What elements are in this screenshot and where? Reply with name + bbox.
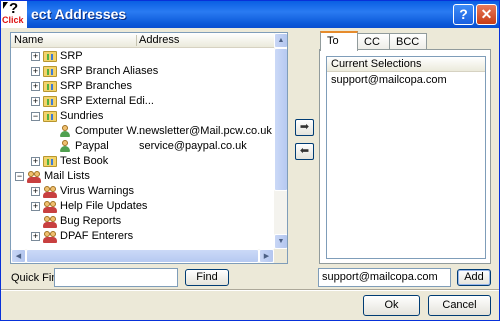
contact-address: newsletter@Mail.pcw.co.uk — [139, 125, 272, 137]
address-book-icon — [43, 51, 57, 62]
help-button[interactable]: ? — [453, 4, 474, 25]
scrollbar-corner — [274, 249, 287, 263]
scroll-down-icon[interactable]: ▼ — [274, 234, 287, 249]
scroll-thumb-horizontal[interactable] — [26, 249, 259, 263]
expand-icon[interactable]: + — [31, 232, 40, 241]
column-address[interactable]: Address — [139, 34, 179, 46]
current-selections-header: Current Selections — [327, 57, 485, 72]
collapse-icon[interactable]: − — [31, 112, 40, 121]
expand-icon[interactable]: + — [31, 187, 40, 196]
right-arrow-icon: ➡ — [299, 121, 310, 133]
window-title: ect Addresses — [31, 6, 127, 22]
expand-icon[interactable]: + — [31, 82, 40, 91]
scroll-up-icon[interactable]: ▲ — [274, 33, 287, 48]
current-selections-list[interactable]: Current Selections support@mailcopa.com — [326, 56, 486, 259]
collapse-icon[interactable]: − — [15, 172, 24, 181]
scroll-thumb[interactable] — [274, 48, 287, 191]
recipients-tab-panel: Current Selections support@mailcopa.com — [319, 49, 491, 264]
column-divider[interactable] — [136, 35, 137, 46]
address-book-icon — [43, 156, 57, 167]
select-addresses-dialog: ? Click ect Addresses ? ✕ Name Address +… — [0, 0, 500, 321]
expand-icon[interactable]: + — [31, 52, 40, 61]
column-name[interactable]: Name — [14, 34, 43, 46]
footer-separator — [1, 289, 499, 291]
ok-button[interactable]: Ok — [363, 295, 420, 316]
left-arrow-icon: ⬅ — [299, 145, 310, 157]
contact-computer-weekly[interactable]: Computer W... newsletter@Mail.pcw.co.uk — [59, 124, 274, 139]
contact-address: service@paypal.co.uk — [139, 140, 247, 152]
mail-list-icon — [43, 200, 57, 213]
tree-vertical-scrollbar[interactable]: ▲ ▼ — [274, 33, 287, 249]
tree-item-label: SRP External Edi... — [60, 95, 154, 107]
mail-list-icon — [43, 230, 57, 243]
mail-list-icon — [43, 215, 57, 228]
address-book-icon — [43, 96, 57, 107]
quick-find-input[interactable] — [54, 268, 178, 287]
expand-icon[interactable]: + — [31, 202, 40, 211]
address-tree[interactable]: Name Address + SRP + SRP Branch Aliases … — [10, 32, 288, 264]
contact-icon — [59, 125, 71, 138]
contact-name: Computer W... — [75, 125, 146, 137]
expand-icon[interactable]: + — [31, 97, 40, 106]
title-bar: ? Click ect Addresses ? ✕ — [1, 0, 499, 28]
tree-item-label: Sundries — [60, 110, 104, 122]
expand-icon[interactable]: + — [31, 157, 40, 166]
remove-selection-button[interactable]: ⬅ — [295, 143, 314, 160]
cancel-button[interactable]: Cancel — [428, 295, 491, 316]
find-button[interactable]: Find — [185, 269, 229, 286]
selection-item[interactable]: support@mailcopa.com — [331, 74, 447, 86]
add-button[interactable]: Add — [457, 269, 491, 286]
tree-horizontal-scrollbar[interactable]: ◀ ▶ — [11, 249, 274, 263]
scroll-left-icon[interactable]: ◀ — [11, 249, 26, 263]
add-address-input[interactable]: support@mailcopa.com — [318, 268, 451, 287]
logo-text: Click — [2, 15, 24, 25]
tree-item-label: SRP Branches — [60, 80, 132, 92]
tree-item-label: Mail Lists — [44, 170, 90, 182]
mail-list-icon — [43, 185, 57, 198]
close-button[interactable]: ✕ — [476, 4, 497, 25]
add-selection-button[interactable]: ➡ — [295, 119, 314, 136]
tree-item-label: SRP — [60, 50, 83, 62]
address-book-icon — [43, 81, 57, 92]
tree-item-label: Test Book — [60, 155, 109, 167]
contact-icon — [59, 140, 71, 153]
scroll-right-icon[interactable]: ▶ — [259, 249, 274, 263]
mail-list-icon — [27, 170, 41, 183]
tree-item-label: DPAF Enterers — [60, 230, 134, 242]
contact-name: Paypal — [75, 140, 109, 152]
tree-item-label: Help File Updates — [60, 200, 148, 212]
tree-column-header: Name Address — [11, 33, 275, 48]
tree-item-label: SRP Branch Aliases — [60, 65, 159, 77]
expand-icon[interactable]: + — [31, 67, 40, 76]
click-logo: ? Click — [1, 0, 27, 28]
tree-item-label: Virus Warnings — [60, 185, 134, 197]
contact-paypal[interactable]: Paypal service@paypal.co.uk — [59, 139, 274, 154]
tab-to[interactable]: To — [320, 31, 358, 51]
tree-item-label: Bug Reports — [60, 215, 122, 227]
cursor-icon — [3, 2, 8, 9]
address-book-icon — [43, 66, 57, 77]
address-book-icon — [43, 111, 57, 122]
